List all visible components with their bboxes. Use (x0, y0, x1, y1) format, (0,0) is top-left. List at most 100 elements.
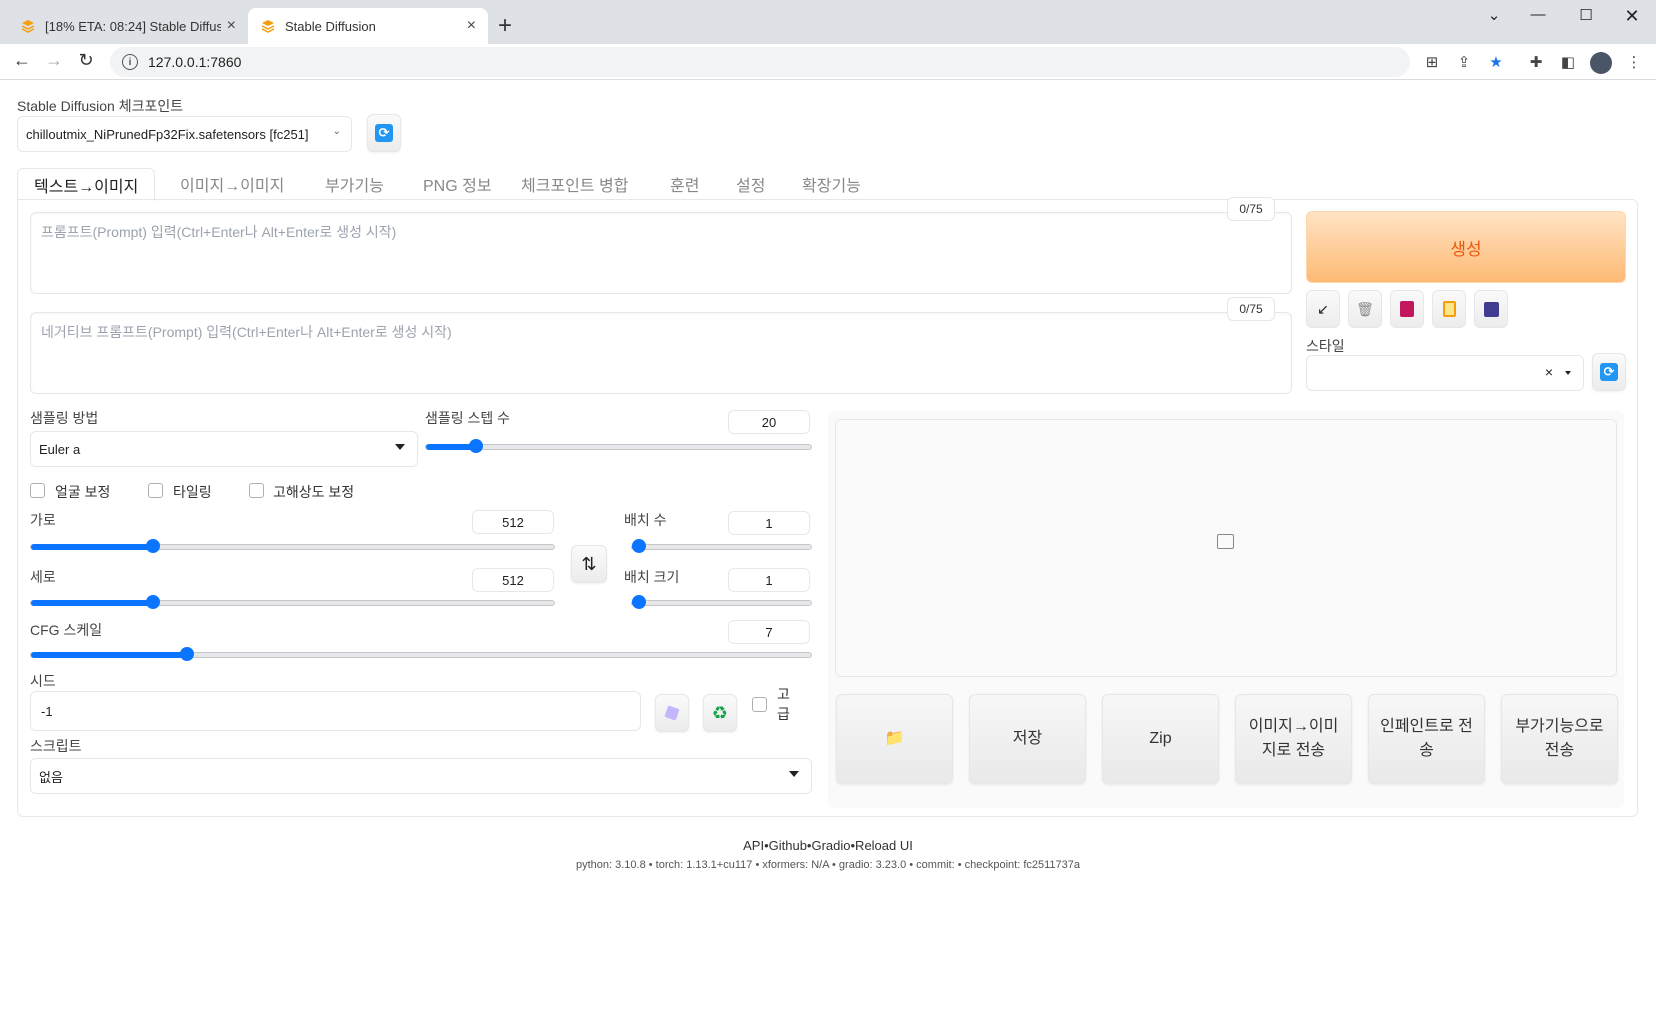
batch-count-input[interactable]: 1 (728, 511, 810, 535)
width-input[interactable]: 512 (472, 510, 554, 534)
open-folder-button[interactable]: 📁 (836, 694, 953, 784)
tab-train[interactable]: 훈련 (670, 168, 699, 200)
steps-slider[interactable] (425, 439, 812, 453)
webui-page: Stable Diffusion 체크포인트 chilloutmix_NiPru… (0, 81, 1656, 1016)
profile-avatar[interactable] (1590, 52, 1612, 74)
tab-settings[interactable]: 설정 (736, 168, 765, 200)
seed-label: 시드 (30, 673, 56, 689)
refresh-icon: ⟳ (375, 124, 393, 142)
cfg-input[interactable]: 7 (728, 620, 810, 644)
footer-links[interactable]: API•Github•Gradio•Reload UI (0, 838, 1656, 853)
slider-thumb[interactable] (632, 595, 646, 609)
random-seed-button[interactable] (655, 694, 689, 732)
main-tabs: 텍스트→이미지 이미지→이미지 부가기능 PNG 정보 체크포인트 병합 훈련 … (17, 168, 1638, 201)
batch-size-slider[interactable] (631, 595, 812, 609)
share-icon[interactable]: ⇪ (1454, 52, 1474, 72)
send-to-inpaint-button[interactable]: 인페인트로 전송 (1368, 694, 1485, 784)
seed-value: -1 (41, 703, 53, 719)
minimize-button[interactable]: — (1518, 6, 1558, 23)
tiling-checkbox[interactable] (148, 483, 163, 498)
checkpoint-value: chilloutmix_NiPrunedFp32Fix.safetensors … (26, 126, 309, 142)
chevron-down-icon (395, 444, 405, 450)
send-to-extras-button[interactable]: 부가기능으로 전송 (1501, 694, 1618, 784)
browser-tab-inactive[interactable]: [18% ETA: 08:24] Stable Diffusio × (8, 8, 249, 44)
slider-fill (31, 652, 187, 658)
tab-checkpoint-merge[interactable]: 체크포인트 병합 (521, 168, 629, 200)
url-bar[interactable]: i 127.0.0.1:7860 (110, 47, 1410, 77)
send-to-img2img-button[interactable]: 이미지→이미지로 전송 (1235, 694, 1352, 784)
width-slider[interactable] (30, 539, 555, 553)
slider-thumb[interactable] (146, 595, 160, 609)
bookmark-star-icon[interactable]: ★ (1486, 52, 1506, 72)
clear-prompt-button[interactable]: 🗑 (1348, 290, 1382, 328)
close-tab-icon[interactable]: × (227, 17, 236, 35)
clear-icon[interactable]: × (1545, 364, 1553, 380)
face-restore-checkbox[interactable] (30, 483, 45, 498)
side-panel-icon[interactable]: ◧ (1558, 52, 1578, 72)
address-bar-row: ← → ↻ i 127.0.0.1:7860 ⊞ ⇪ ★ ✚ ◧ ⋮ (0, 44, 1656, 80)
height-input[interactable]: 512 (472, 568, 554, 592)
script-dropdown[interactable]: 없음 (30, 758, 812, 794)
sampler-dropdown[interactable]: Euler a (30, 431, 418, 467)
cfg-label: CFG 스케일 (30, 622, 103, 638)
slider-thumb[interactable] (180, 647, 194, 661)
seed-input[interactable]: -1 (30, 691, 641, 731)
extra-seed-checkbox[interactable] (752, 697, 767, 712)
batch-count-label: 배치 수 (624, 512, 667, 528)
swap-dimensions-button[interactable]: ⇅ (571, 545, 607, 583)
translate-icon[interactable]: ⊞ (1422, 52, 1442, 72)
clipboard-icon (1442, 301, 1456, 317)
sampler-label: 샘플링 방법 (30, 410, 99, 426)
reload-icon[interactable]: ↻ (74, 50, 98, 71)
cfg-slider[interactable] (30, 647, 812, 661)
height-slider[interactable] (30, 595, 555, 609)
height-label: 세로 (30, 569, 56, 585)
apply-style-button[interactable] (1432, 290, 1466, 328)
reuse-seed-button[interactable]: ♻ (703, 694, 737, 732)
info-icon[interactable]: i (122, 54, 138, 70)
generate-button[interactable]: 생성 (1306, 211, 1626, 283)
sampler-value: Euler a (39, 441, 81, 457)
menu-dots-icon[interactable]: ⋮ (1624, 52, 1644, 72)
negative-prompt-token-counter: 0/75 (1227, 297, 1275, 321)
browser-tab-active[interactable]: Stable Diffusion × (248, 8, 488, 44)
tab-txt2img[interactable]: 텍스트→이미지 (17, 168, 156, 201)
stable-diffusion-favicon (260, 18, 276, 34)
slider-thumb[interactable] (469, 439, 483, 453)
refresh-checkpoint-button[interactable]: ⟳ (367, 114, 401, 152)
style-label: 스타일 (1306, 338, 1345, 354)
save-button[interactable]: 저장 (969, 694, 1086, 784)
prompt-textarea[interactable]: 프롬프트(Prompt) 입력(Ctrl+Enter나 Alt+Enter로 생… (30, 212, 1292, 294)
slider-thumb[interactable] (632, 539, 646, 553)
slider-thumb[interactable] (146, 539, 160, 553)
batch-size-input[interactable]: 1 (728, 568, 810, 592)
slider-fill (31, 544, 153, 550)
script-value: 없음 (39, 769, 63, 785)
tab-img2img[interactable]: 이미지→이미지 (180, 168, 284, 200)
negative-prompt-textarea[interactable]: 네거티브 프롬프트(Prompt) 입력(Ctrl+Enter나 Alt+Ent… (30, 312, 1292, 394)
refresh-styles-button[interactable]: ⟳ (1592, 353, 1626, 391)
extra-networks-button[interactable] (1390, 290, 1424, 328)
steps-input[interactable]: 20 (728, 410, 810, 434)
chevron-down-icon (789, 771, 799, 777)
tab-extras[interactable]: 부가기능 (325, 168, 384, 200)
read-params-button[interactable]: ↙ (1306, 290, 1340, 328)
tab-extensions[interactable]: 확장기능 (802, 168, 861, 200)
tab-png-info[interactable]: PNG 정보 (423, 168, 492, 200)
new-tab-button[interactable]: + (498, 12, 512, 40)
maximize-button[interactable]: ☐ (1566, 6, 1606, 24)
forward-arrow-icon[interactable]: → (42, 50, 66, 71)
back-arrow-icon[interactable]: ← (10, 50, 34, 71)
chevron-down-icon[interactable]: ⌄ (1474, 6, 1514, 24)
save-style-button[interactable] (1474, 290, 1508, 328)
extensions-puzzle-icon[interactable]: ✚ (1526, 52, 1546, 72)
dice-icon (664, 705, 680, 721)
hires-fix-checkbox[interactable] (249, 483, 264, 498)
batch-count-slider[interactable] (631, 539, 812, 553)
style-dropdown[interactable]: × (1306, 355, 1584, 391)
checkpoint-dropdown[interactable]: chilloutmix_NiPrunedFp32Fix.safetensors … (17, 116, 352, 152)
close-tab-icon[interactable]: × (467, 17, 476, 35)
close-window-button[interactable]: ✕ (1612, 6, 1652, 27)
url-text: 127.0.0.1:7860 (148, 54, 242, 70)
zip-button[interactable]: Zip (1102, 694, 1219, 784)
